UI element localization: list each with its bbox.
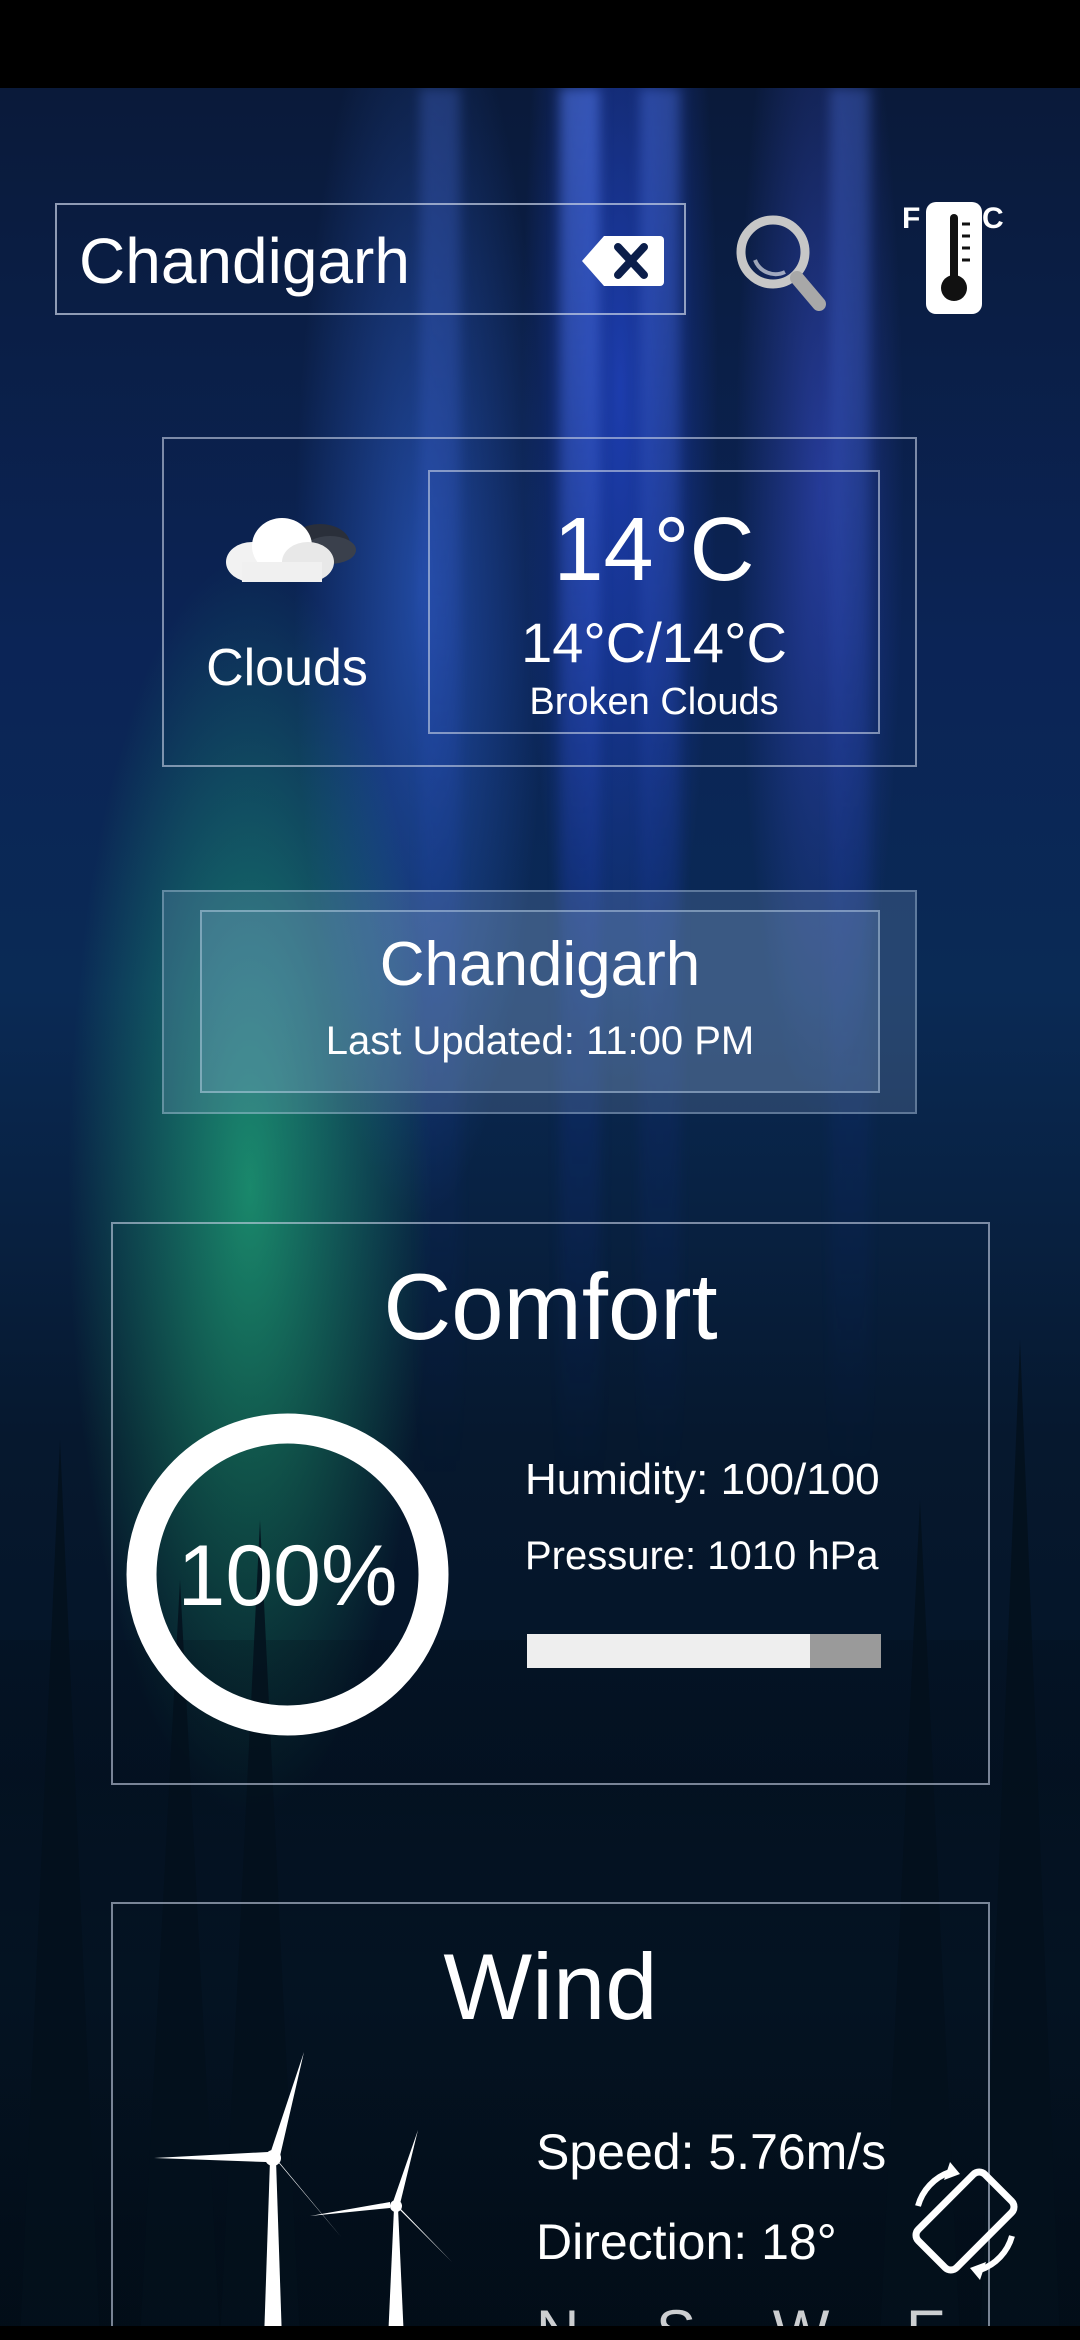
wind-turbine-icon [150, 2050, 470, 2340]
current-temperature: 14°C [553, 500, 755, 600]
unit-toggle-button[interactable]: F C [900, 200, 1010, 318]
temperature-range: 14°C/14°C [521, 611, 787, 674]
search-input-value: Chandigarh [79, 225, 410, 297]
location-city: Chandigarh [379, 930, 701, 999]
wind-title: Wind [443, 1934, 658, 2039]
comfort-percent: 100% [177, 1528, 398, 1624]
search-icon[interactable] [733, 210, 828, 315]
humidity-text: Humidity: 100/100 [525, 1455, 880, 1504]
wind-direction: Direction: 18° [536, 2214, 837, 2270]
comfort-progress-fill [527, 1634, 811, 1668]
clear-icon[interactable] [582, 234, 664, 288]
bottom-strip [0, 2326, 1080, 2340]
status-bar [0, 0, 1080, 88]
weather-description: Broken Clouds [529, 681, 779, 723]
celsius-label: C [982, 202, 1004, 235]
thermometer-icon [926, 202, 982, 314]
screen-rotate-icon[interactable] [900, 2156, 1030, 2286]
comfort-progress-bar [527, 1634, 881, 1668]
comfort-title: Comfort [383, 1254, 718, 1359]
wind-speed: Speed: 5.76m/s [536, 2124, 887, 2180]
fahrenheit-label: F [902, 202, 921, 235]
tree-silhouette [20, 1440, 100, 2340]
weather-condition: Clouds [206, 639, 368, 697]
pressure-text: Pressure: 1010 hPa [525, 1534, 879, 1578]
last-updated: Last Updated: 11:00 PM [325, 1019, 755, 1063]
cloud-icon [222, 510, 358, 588]
